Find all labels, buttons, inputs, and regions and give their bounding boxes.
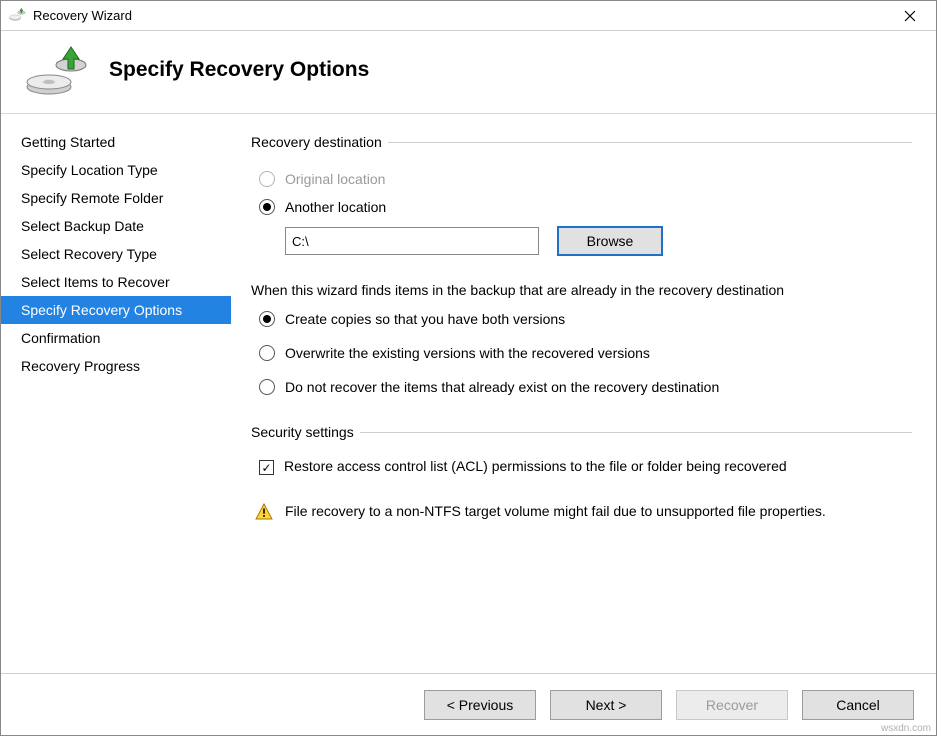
page-title: Specify Recovery Options <box>109 58 369 82</box>
sidebar-item-label: Specify Location Type <box>21 162 158 178</box>
close-icon <box>904 10 916 22</box>
page-header: Specify Recovery Options <box>1 31 936 114</box>
another-location-label: Another location <box>285 199 386 215</box>
original-location-label: Original location <box>285 171 385 187</box>
watermark: wsxdn.com <box>881 723 931 734</box>
destination-path-row: Browse <box>285 226 912 256</box>
window-title: Recovery Wizard <box>33 8 132 23</box>
conflict-overwrite-option[interactable]: Overwrite the existing versions with the… <box>259 342 912 364</box>
ntfs-warning: File recovery to a non-NTFS target volum… <box>255 503 912 521</box>
sidebar-item-confirmation[interactable]: Confirmation <box>1 324 231 352</box>
sidebar-item-getting-started[interactable]: Getting Started <box>1 128 231 156</box>
sidebar-item-recovery-type[interactable]: Select Recovery Type <box>1 240 231 268</box>
conflict-description: When this wizard finds items in the back… <box>251 282 912 298</box>
radio-create-copies[interactable] <box>259 311 275 327</box>
restore-acl-checkbox[interactable] <box>259 460 274 475</box>
recovery-destination-group: Recovery destination Original location A… <box>251 134 912 260</box>
original-location-option: Original location <box>259 168 912 190</box>
sidebar-item-items-to-recover[interactable]: Select Items to Recover <box>1 268 231 296</box>
warning-icon <box>255 503 273 521</box>
conflict-create-copies-option[interactable]: Create copies so that you have both vers… <box>259 308 912 330</box>
conflict-skip-option[interactable]: Do not recover the items that already ex… <box>259 376 912 398</box>
sidebar-item-label: Select Recovery Type <box>21 246 157 262</box>
skip-existing-label: Do not recover the items that already ex… <box>285 379 719 395</box>
radio-skip-existing[interactable] <box>259 379 275 395</box>
sidebar-item-label: Getting Started <box>21 134 115 150</box>
recovery-icon <box>25 45 89 95</box>
next-button[interactable]: Next > <box>550 690 662 720</box>
wizard-content: Recovery destination Original location A… <box>231 114 936 673</box>
cancel-button[interactable]: Cancel <box>802 690 914 720</box>
titlebar: Recovery Wizard <box>1 1 936 31</box>
sidebar-item-location-type[interactable]: Specify Location Type <box>1 156 231 184</box>
restore-acl-label: Restore access control list (ACL) permis… <box>284 458 787 474</box>
recover-button: Recover <box>676 690 788 720</box>
wizard-body: Getting Started Specify Location Type Sp… <box>1 114 936 673</box>
wizard-footer: < Previous Next > Recover Cancel <box>1 673 936 735</box>
sidebar-item-label: Select Backup Date <box>21 218 144 234</box>
sidebar-item-label: Specify Recovery Options <box>21 302 182 318</box>
conflict-options: Create copies so that you have both vers… <box>251 308 912 398</box>
sidebar-item-recovery-options[interactable]: Specify Recovery Options <box>1 296 231 324</box>
sidebar-item-recovery-progress[interactable]: Recovery Progress <box>1 352 231 380</box>
sidebar-item-label: Confirmation <box>21 330 100 346</box>
wizard-steps-sidebar: Getting Started Specify Location Type Sp… <box>1 114 231 673</box>
browse-button[interactable]: Browse <box>557 226 663 256</box>
destination-path-input[interactable] <box>285 227 539 255</box>
overwrite-label: Overwrite the existing versions with the… <box>285 345 650 361</box>
app-icon <box>9 5 27 26</box>
ntfs-warning-text: File recovery to a non-NTFS target volum… <box>285 503 826 519</box>
radio-overwrite[interactable] <box>259 345 275 361</box>
sidebar-item-label: Recovery Progress <box>21 358 140 374</box>
radio-original-location <box>259 171 275 187</box>
sidebar-item-label: Select Items to Recover <box>21 274 170 290</box>
another-location-option[interactable]: Another location <box>259 196 912 218</box>
sidebar-item-backup-date[interactable]: Select Backup Date <box>1 212 231 240</box>
titlebar-left: Recovery Wizard <box>9 5 132 26</box>
radio-another-location[interactable] <box>259 199 275 215</box>
previous-button[interactable]: < Previous <box>424 690 536 720</box>
restore-acl-row[interactable]: Restore access control list (ACL) permis… <box>259 458 912 475</box>
close-button[interactable] <box>888 2 932 30</box>
recovery-destination-legend: Recovery destination <box>251 134 388 150</box>
sidebar-item-label: Specify Remote Folder <box>21 190 163 206</box>
security-settings-group: Security settings Restore access control… <box>251 424 912 481</box>
recovery-wizard-window: Recovery Wizard Specify Recovery Options… <box>0 0 937 736</box>
sidebar-item-remote-folder[interactable]: Specify Remote Folder <box>1 184 231 212</box>
create-copies-label: Create copies so that you have both vers… <box>285 311 565 327</box>
security-settings-legend: Security settings <box>251 424 360 440</box>
